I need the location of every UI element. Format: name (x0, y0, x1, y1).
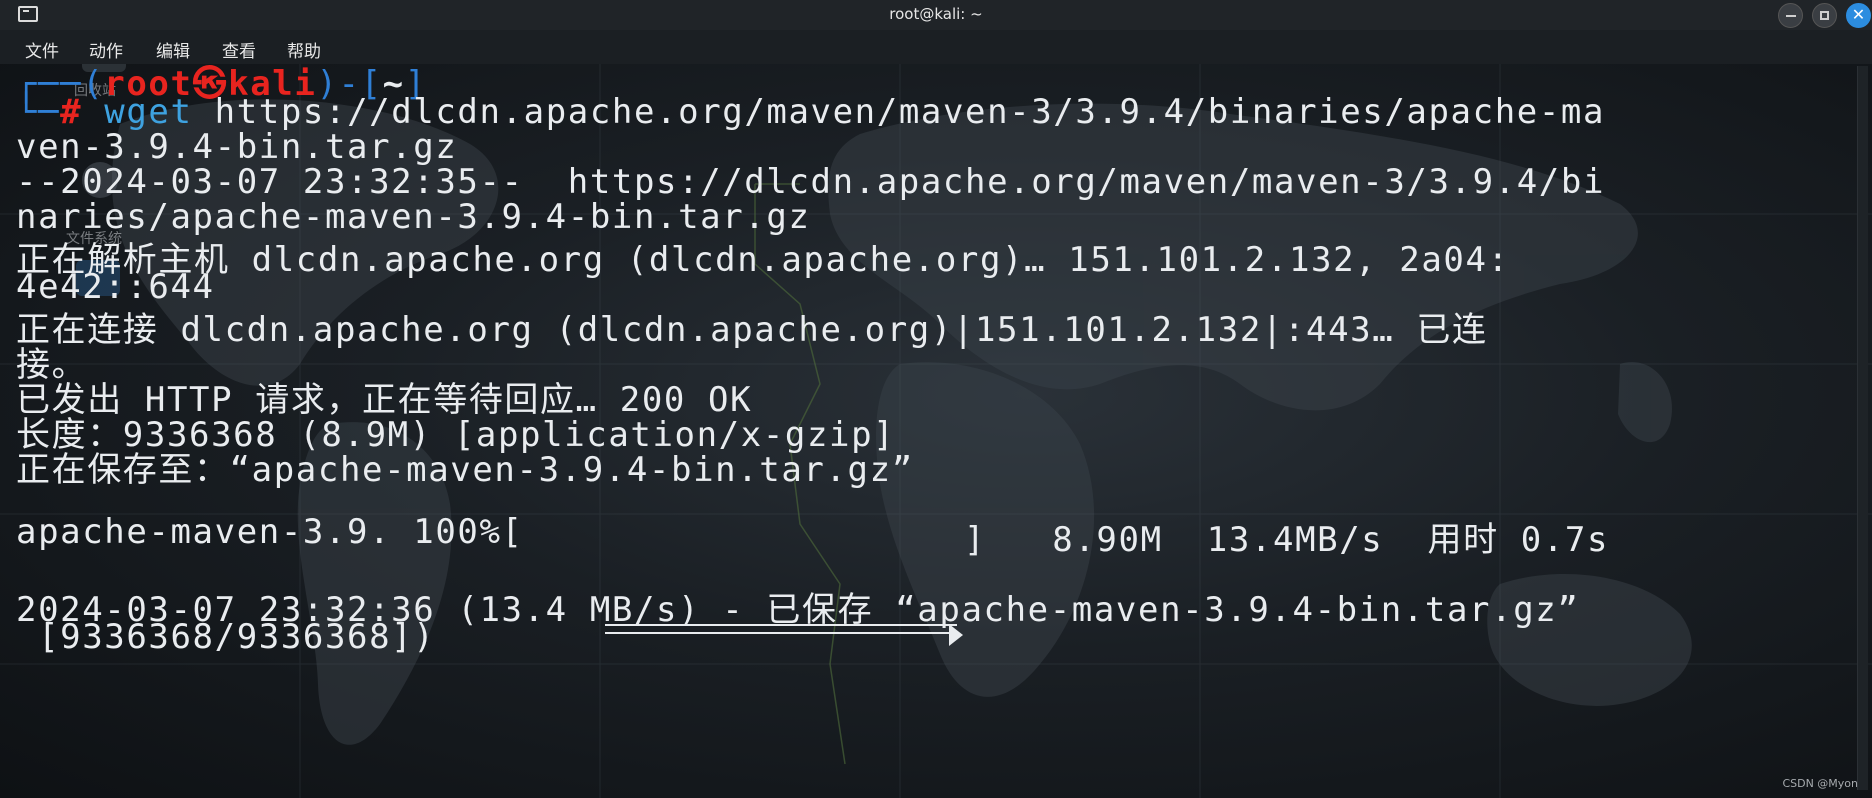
progress-time-label: 用时 (1427, 520, 1499, 560)
output-line: 正在保存至：“apache-maven-3.9.4-bin.tar.gz” (16, 450, 914, 490)
progress-size: 8.90M (1052, 520, 1163, 560)
title-bar[interactable]: root@kali: ~ ✕ (0, 0, 1872, 30)
menu-actions[interactable]: 动作 (89, 37, 123, 62)
window-title: root@kali: ~ (889, 5, 983, 23)
output-line: naries/apache-maven-3.9.4-bin.tar.gz (16, 197, 811, 237)
menu-bar: 文件 动作 编辑 查看 帮助 (0, 30, 1872, 64)
command-args: https://dlcdn.apache.org/maven/maven-3/3… (214, 92, 1606, 132)
progress-speed: 13.4MB/s (1206, 520, 1384, 560)
command-name: wget (104, 92, 193, 132)
prompt-hash: # (60, 92, 83, 132)
menu-file[interactable]: 文件 (25, 37, 59, 62)
progress-stats: ] 8.90M 13.4MB/s 用时 0.7s (964, 512, 1609, 561)
command-line: └─# wget https://dlcdn.apache.org/maven/… (16, 92, 1605, 132)
terminal-scrollbar[interactable] (1857, 66, 1868, 790)
minimize-button[interactable] (1778, 3, 1803, 28)
output-line: ven-3.9.4-bin.tar.gz (16, 127, 458, 167)
output-line: --2024-03-07 23:32:35-- https://dlcdn.ap… (16, 162, 1606, 202)
prompt-frame-bottom: └─ (16, 92, 61, 132)
terminal-window: root@kali: ~ ✕ 文件 动作 编辑 查看 帮助 回收站 文件系统 ┌… (0, 0, 1872, 798)
terminal-output[interactable]: 回收站 文件系统 ┌──(root㉿kali)-[~] └─# wget htt… (0, 64, 1872, 798)
saved-size-line: [9336368/9336368]) (16, 617, 436, 657)
progress-bar-end: ] (964, 520, 987, 560)
progress-time: 0.7s (1520, 520, 1610, 560)
watermark: CSDN @Myon⁠‌ (1782, 777, 1858, 790)
progress-filename: apache-maven-3.9. (16, 512, 392, 552)
close-button[interactable]: ✕ (1846, 3, 1871, 28)
menu-edit[interactable]: 编辑 (156, 37, 190, 62)
output-line: 4e42::644 (16, 267, 215, 307)
maximize-button[interactable] (1812, 3, 1837, 28)
menu-view[interactable]: 查看 (222, 37, 256, 62)
output-line: 正在解析主机 dlcdn.apache.org (dlcdn.apache.or… (16, 240, 1510, 280)
progress-line: apache-maven-3.9. 100%[ (16, 512, 524, 552)
progress-percent: 100%[ (413, 512, 524, 552)
menu-help[interactable]: 帮助 (287, 37, 321, 62)
output-line: 正在连接 dlcdn.apache.org (dlcdn.apache.org)… (16, 310, 1488, 350)
